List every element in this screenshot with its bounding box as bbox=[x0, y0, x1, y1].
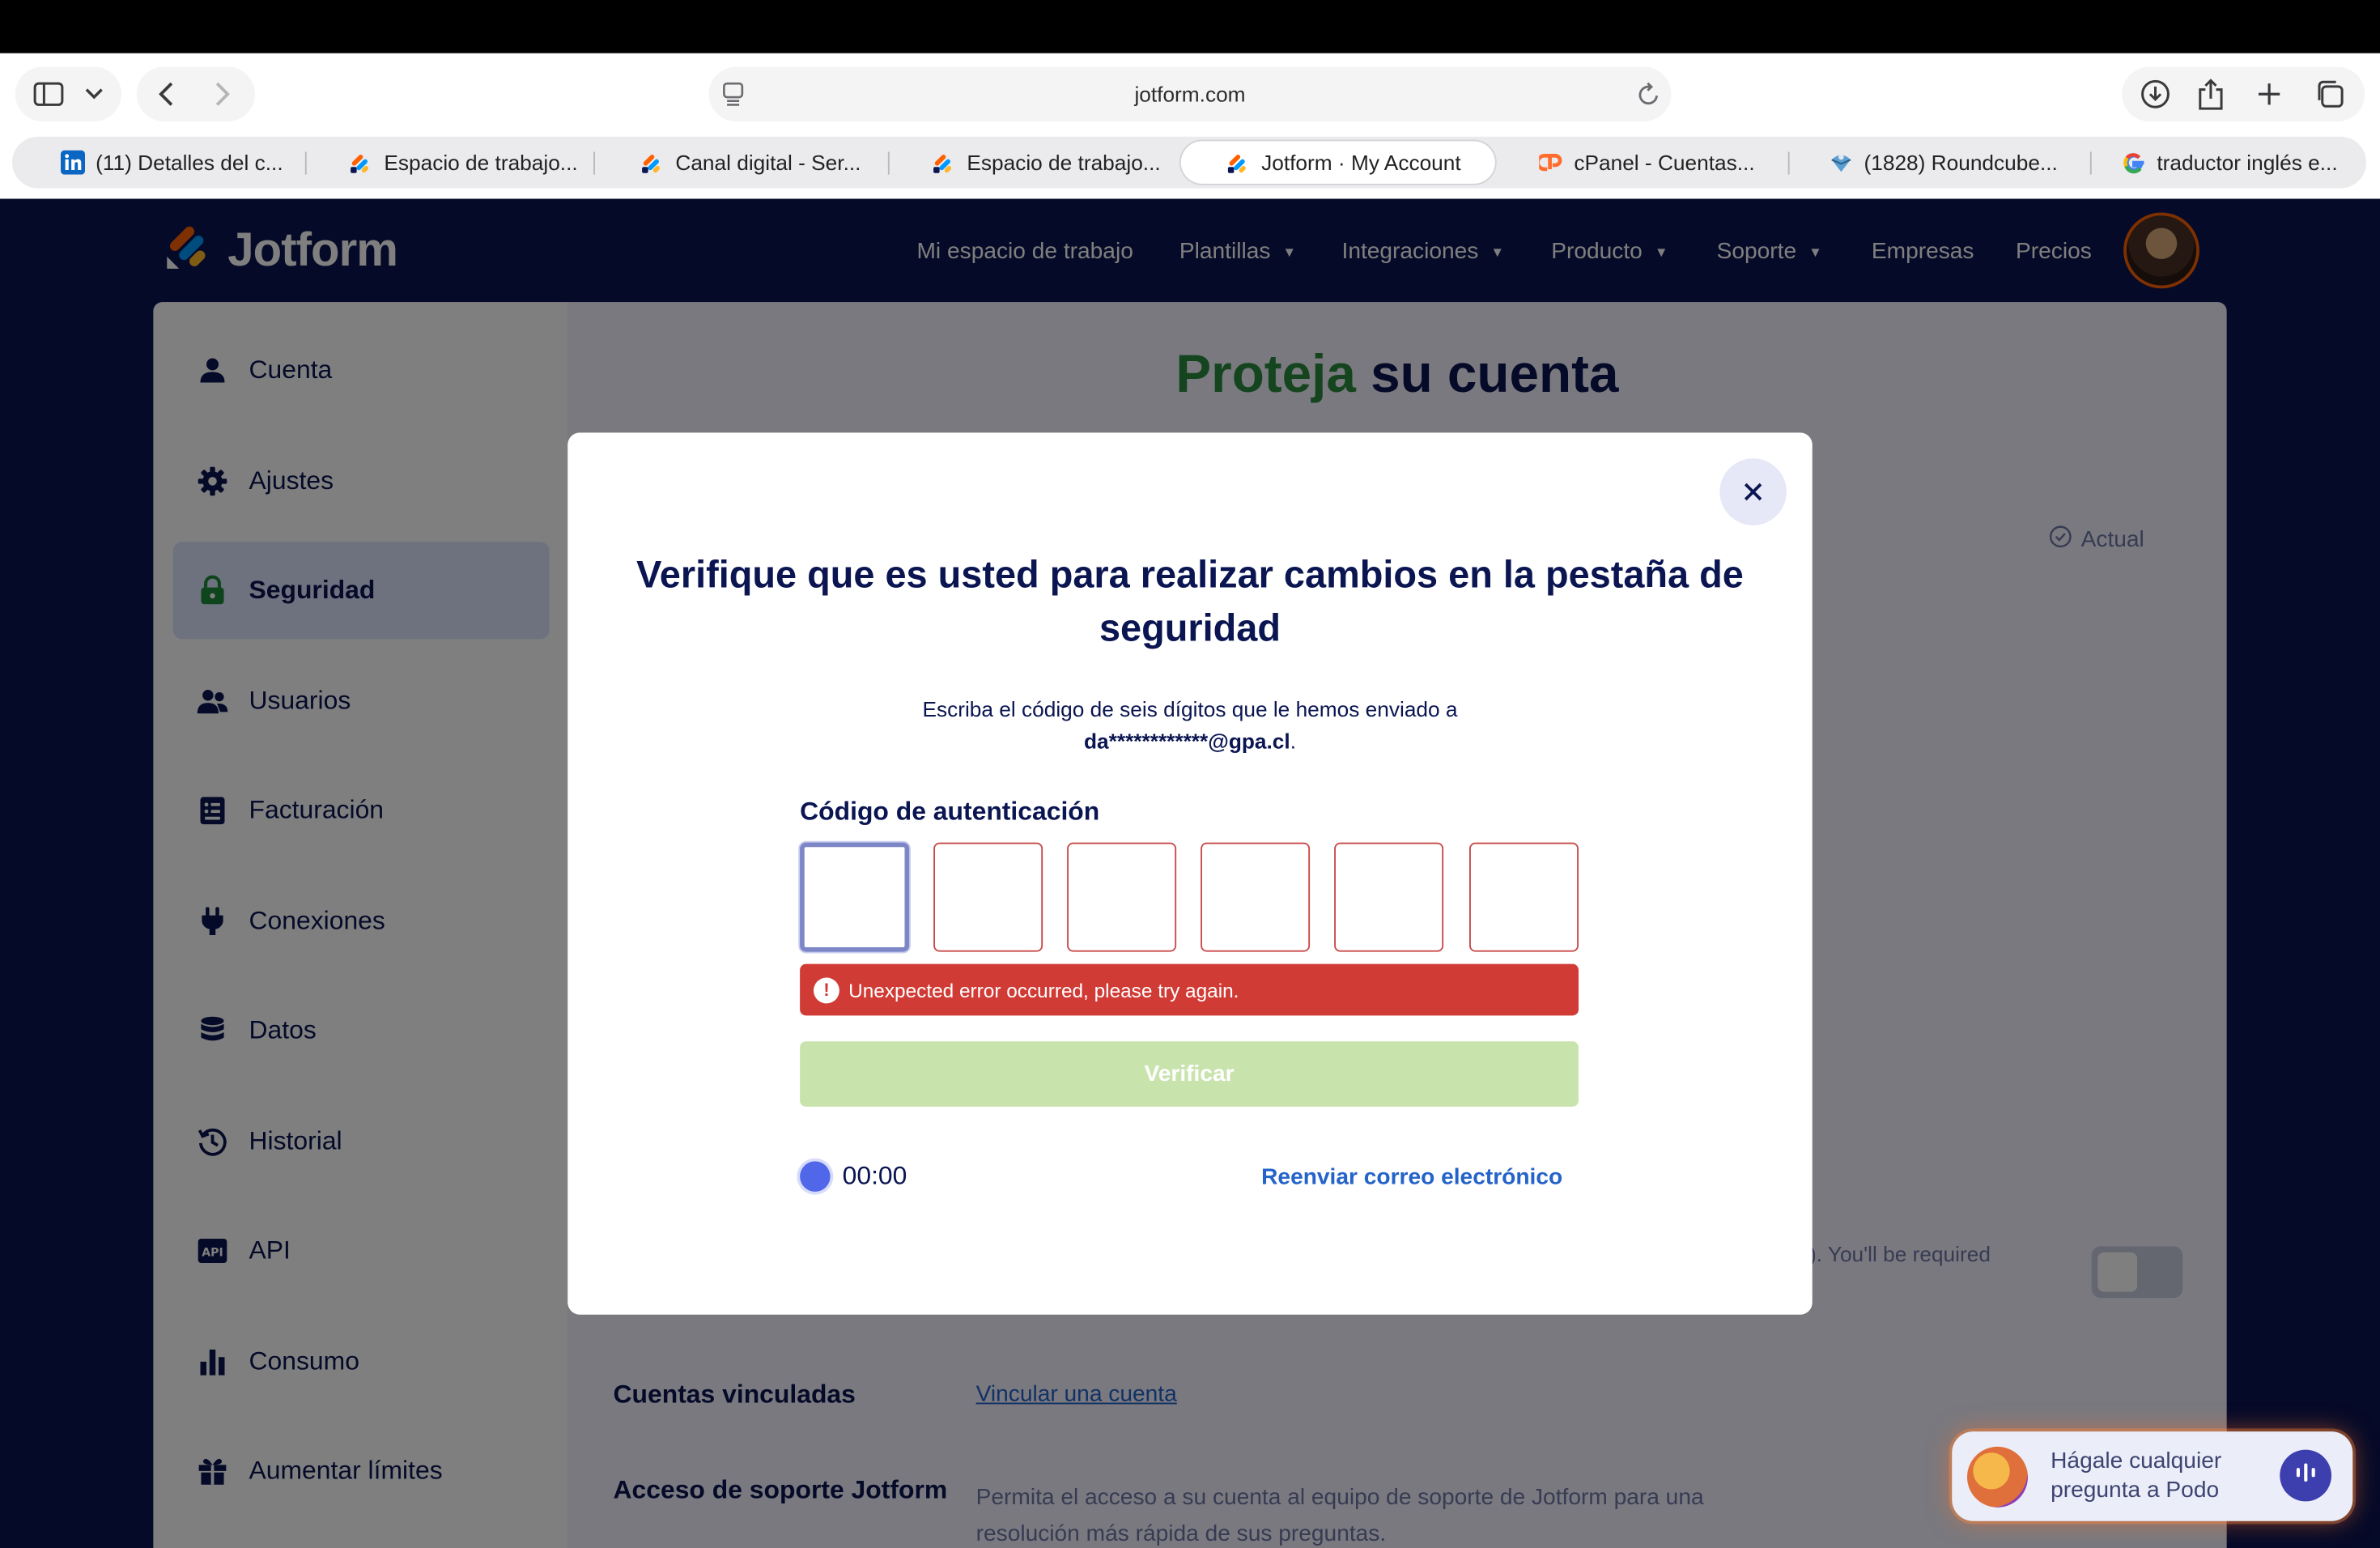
code-digit-4[interactable] bbox=[1201, 842, 1311, 952]
code-digit-2[interactable] bbox=[933, 842, 1043, 952]
url-text: jotform.com bbox=[1134, 82, 1246, 107]
tab-bar: (11) Detalles del c... Espacio de trabaj… bbox=[12, 136, 2367, 189]
cpanel-favicon bbox=[1539, 151, 1563, 175]
back-arrow-icon[interactable] bbox=[158, 82, 173, 106]
tab-label: (11) Detalles del c... bbox=[96, 150, 283, 175]
tab-label: Espacio de trabajo... bbox=[967, 150, 1161, 175]
code-digit-3[interactable] bbox=[1067, 842, 1177, 952]
jotform-favicon bbox=[932, 151, 956, 175]
sidebar-icon[interactable] bbox=[33, 82, 64, 106]
browser-toolbar: jotform.com (11) Detalles del c... Espac… bbox=[0, 53, 2380, 199]
tab-label: Espacio de trabajo... bbox=[384, 150, 578, 175]
masked-email: da************@gpa.cl bbox=[1084, 729, 1290, 753]
podo-avatar-icon bbox=[1967, 1446, 2028, 1508]
tab-my-account[interactable]: Jotform · My Account bbox=[1180, 141, 1495, 184]
share-icon[interactable] bbox=[2198, 78, 2224, 110]
jotform-favicon bbox=[640, 151, 665, 175]
roundcube-favicon bbox=[1829, 151, 1853, 175]
podo-line-1: Hágale cualquier bbox=[2051, 1448, 2222, 1474]
podo-voice-button[interactable] bbox=[2280, 1449, 2331, 1502]
tab-label: (1828) Roundcube... bbox=[1864, 150, 2058, 175]
error-text: Unexpected error occurred, please try ag… bbox=[848, 978, 1239, 1002]
download-icon[interactable] bbox=[2140, 79, 2171, 110]
timer-text: 00:00 bbox=[842, 1161, 907, 1190]
sidebar-toggle-group[interactable] bbox=[15, 66, 121, 121]
code-digit-1[interactable] bbox=[800, 842, 910, 952]
tab-linkedin[interactable]: (11) Detalles del c... bbox=[61, 141, 304, 184]
linkedin-favicon bbox=[61, 150, 85, 175]
close-icon bbox=[1743, 472, 1764, 512]
close-button[interactable] bbox=[1719, 458, 1787, 525]
code-digit-5[interactable] bbox=[1334, 842, 1444, 952]
chevron-down-icon[interactable] bbox=[85, 88, 104, 100]
address-bar[interactable]: jotform.com bbox=[708, 66, 1672, 121]
tab-roundcube[interactable]: (1828) Roundcube... bbox=[1829, 141, 2079, 184]
screen: jotform.com (11) Detalles del c... Espac… bbox=[0, 0, 2380, 1548]
tab-label: Canal digital - Ser... bbox=[675, 150, 861, 175]
verification-modal: Verifique que es usted para realizar cam… bbox=[567, 432, 1813, 1315]
tab-canal-digital[interactable]: Canal digital - Ser... bbox=[640, 141, 883, 184]
tab-label: cPanel - Cuentas... bbox=[1574, 150, 1755, 175]
modal-title: Verifique que es usted para realizar cam… bbox=[636, 554, 1744, 650]
podo-line-2: pregunta a Podo bbox=[2051, 1477, 2220, 1503]
error-message: ! Unexpected error occurred, please try … bbox=[800, 963, 1579, 1016]
tab-label: Jotform · My Account bbox=[1261, 150, 1461, 175]
code-input-group bbox=[800, 842, 1579, 952]
tab-overview-icon[interactable] bbox=[2314, 79, 2345, 110]
timer-indicator-icon bbox=[800, 1161, 831, 1192]
toolbar-actions bbox=[2122, 66, 2365, 121]
tab-workspace-1[interactable]: Espacio de trabajo... bbox=[349, 141, 592, 184]
tab-divider bbox=[2089, 151, 2092, 175]
modal-description: Escriba el código de seis dígitos que le… bbox=[796, 694, 1585, 758]
alert-icon: ! bbox=[814, 976, 839, 1003]
new-tab-plus-icon[interactable] bbox=[2257, 82, 2281, 106]
tab-divider bbox=[1787, 151, 1790, 175]
tab-divider bbox=[593, 151, 595, 175]
tab-divider bbox=[304, 151, 307, 175]
resend-email-link[interactable]: Reenviar correo electrónico bbox=[1261, 1164, 1562, 1190]
tab-label: traductor inglés e... bbox=[2157, 150, 2338, 175]
forward-arrow-icon[interactable] bbox=[215, 82, 231, 106]
jotform-favicon bbox=[1226, 151, 1251, 175]
code-digit-6[interactable] bbox=[1469, 842, 1579, 952]
reload-icon[interactable] bbox=[1638, 82, 1660, 106]
countdown-timer: 00:00 bbox=[800, 1161, 907, 1192]
tab-workspace-2[interactable]: Espacio de trabajo... bbox=[932, 141, 1175, 184]
history-nav-group bbox=[136, 66, 255, 121]
code-label: Código de autenticación bbox=[800, 797, 1100, 826]
tab-divider bbox=[887, 151, 890, 175]
tab-cpanel[interactable]: cPanel - Cuentas... bbox=[1539, 141, 1782, 184]
audio-wave-icon bbox=[2295, 1461, 2316, 1491]
top-black-bar bbox=[0, 0, 2380, 53]
jotform-favicon bbox=[349, 151, 373, 175]
podo-prompt: Hágale cualquier pregunta a Podo bbox=[2051, 1447, 2221, 1504]
verify-button[interactable]: Verificar bbox=[800, 1041, 1579, 1107]
email-suffix: . bbox=[1290, 729, 1296, 753]
description-text: Escriba el código de seis dígitos que le… bbox=[922, 696, 1458, 721]
podo-assistant-widget[interactable]: Hágale cualquier pregunta a Podo bbox=[1952, 1431, 2353, 1521]
tab-google-translate[interactable]: traductor inglés e... bbox=[2122, 141, 2365, 184]
google-favicon bbox=[2122, 151, 2146, 175]
